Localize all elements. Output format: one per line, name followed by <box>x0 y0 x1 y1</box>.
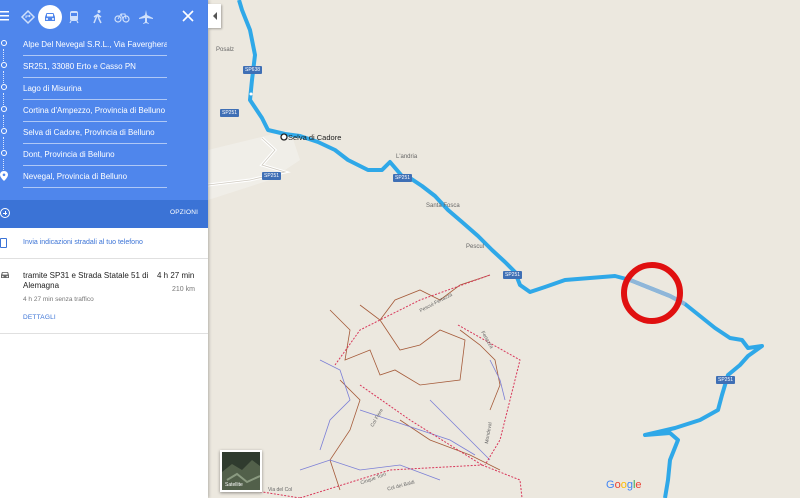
google-logo-letter: G <box>606 479 615 491</box>
add-destination-icon[interactable] <box>0 208 10 218</box>
road-shield: SP251 <box>716 376 736 384</box>
car-icon <box>1 272 9 278</box>
route-option[interactable]: tramite SP31 e Strada Statale 51 di Alem… <box>0 260 208 334</box>
waypoint-circle-icon <box>1 150 7 156</box>
waypoint-marker[interactable] <box>280 133 288 141</box>
waypoint-input[interactable]: Lago di Misurina <box>23 78 167 100</box>
route-traffic-info: 4 h 27 min senza traffico <box>23 296 94 303</box>
travel-mode-bar <box>0 0 208 34</box>
chevron-left-icon <box>212 12 217 20</box>
place-label: Pescul <box>466 244 485 250</box>
options-button[interactable]: OPZIONI <box>170 209 198 216</box>
place-label: Santa Fosca <box>426 203 460 209</box>
close-icon[interactable] <box>180 8 196 24</box>
google-logo: Google <box>606 479 642 491</box>
town-label[interactable]: Selva di Cadore <box>288 133 341 142</box>
mode-best-route[interactable] <box>16 5 40 29</box>
satellite-label: Satellite <box>225 482 243 488</box>
diamond-route-icon <box>20 9 36 25</box>
waypoint-circle-icon <box>1 84 7 90</box>
route-dots <box>3 93 5 105</box>
car-icon <box>45 13 55 21</box>
menu-icon[interactable] <box>0 9 12 23</box>
route-duration: 4 h 27 min <box>157 271 195 280</box>
waypoint-circle-icon <box>1 106 7 112</box>
waypoint-input[interactable]: SR251, 33080 Erto e Casso PN <box>23 56 167 78</box>
mode-car[interactable] <box>38 5 62 29</box>
route-dots <box>3 71 5 83</box>
options-bar: OPZIONI <box>0 200 208 228</box>
train-icon <box>69 11 79 24</box>
mode-transit[interactable] <box>62 5 86 29</box>
google-logo-letter: e <box>635 479 642 491</box>
details-link[interactable]: DETTAGLI <box>23 314 56 321</box>
place-label: Posalz <box>216 47 235 53</box>
collapse-panel-button[interactable] <box>208 4 221 28</box>
airplane-icon <box>139 10 153 24</box>
mode-flight[interactable] <box>134 5 158 29</box>
satellite-toggle[interactable]: Satellite <box>220 450 262 492</box>
send-to-phone-row[interactable]: Invia indicazioni stradali al tuo telefo… <box>0 228 208 259</box>
road-shield: SP251 <box>393 174 413 182</box>
waypoint-input[interactable]: Alpe Del Nevegal S.R.L., Via Faverghera, <box>23 34 167 56</box>
send-to-phone-link[interactable]: Invia indicazioni stradali al tuo telefo… <box>23 239 143 246</box>
waypoint-circle-icon <box>1 128 7 134</box>
place-label: L'andria <box>396 154 418 160</box>
route-dot <box>249 92 253 96</box>
trail-label: Via del Col <box>268 487 293 493</box>
directions-panel: Alpe Del Nevegal S.R.L., Via Faverghera,… <box>0 0 208 498</box>
bicycle-icon <box>114 13 130 23</box>
phone-icon <box>0 238 7 248</box>
road-shield: SP251 <box>503 271 523 279</box>
road-shield: SP638 <box>243 66 263 74</box>
waypoint-origin-icon <box>1 40 7 46</box>
destination-input[interactable]: Nevegal, Provincia di Belluno <box>23 166 167 188</box>
waypoint-input[interactable]: Cortina d'Ampezzo, Provincia di Belluno <box>23 100 167 122</box>
route-dots <box>3 115 5 127</box>
waypoint-input[interactable]: Selva di Cadore, Provincia di Belluno <box>23 122 167 144</box>
waypoint-circle-icon <box>1 62 7 68</box>
route-dots <box>3 137 5 149</box>
route-name: tramite SP31 e Strada Statale 51 di Alem… <box>23 271 149 290</box>
route-dots <box>3 159 5 170</box>
route-distance: 210 km <box>172 286 195 293</box>
road-shield: SP251 <box>220 109 240 117</box>
directions-header: Alpe Del Nevegal S.R.L., Via Faverghera,… <box>0 0 208 228</box>
mode-bike[interactable] <box>110 5 134 29</box>
road-shield: SP251 <box>262 172 282 180</box>
waypoint-input[interactable]: Dont, Provincia di Belluno <box>23 144 167 166</box>
mode-walk[interactable] <box>86 5 110 29</box>
route-dots <box>3 49 5 61</box>
destination-pin-icon <box>0 171 8 181</box>
walking-icon <box>93 10 102 24</box>
